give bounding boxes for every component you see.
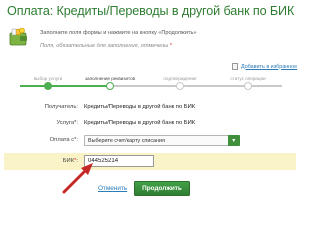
recipient-row: Получатель: Кредиты/Переводы в другой ба… — [0, 102, 300, 116]
pay-from-select[interactable]: Выберите счет/карту списания ▾ — [84, 135, 240, 147]
step-label-fill-details: заполнение реквизитов — [84, 76, 136, 81]
pay-from-select-value: Выберите счет/карту списания — [88, 138, 165, 144]
red-arrow-icon — [62, 163, 93, 194]
document-icon — [232, 63, 238, 70]
page-title: Оплата: Кредиты/Переводы в другой банк п… — [7, 4, 295, 18]
step-dot-confirmation — [176, 82, 184, 90]
service-label: Услуга*: — [56, 120, 78, 126]
recipient-value: Кредиты/Переводы в другой банк по БИК — [84, 104, 196, 110]
steps-track-progress — [20, 85, 110, 87]
step-label-operation-status: статус операции — [230, 76, 266, 81]
bik-row: БИК*: — [4, 153, 296, 170]
pay-from-label: Оплата с*: — [49, 137, 78, 143]
add-to-favorites-link[interactable]: Добавить в избранное — [232, 63, 297, 70]
add-to-favorites-label: Добавить в избранное — [241, 63, 298, 70]
service-row: Услуга*: Кредиты/Переводы в другой банк … — [0, 118, 300, 132]
required-note-text: Поля, обязательные для заполнения, отмеч… — [40, 43, 169, 49]
service-value: Кредиты/Переводы в другой банк по БИК — [84, 120, 196, 126]
continue-button[interactable]: Продолжить — [134, 181, 190, 196]
form-instruction: Заполните поля формы и нажмите на кнопку… — [40, 30, 197, 36]
wallet-coins-icon — [9, 27, 27, 46]
step-label-select-service: выбор услуги — [33, 76, 63, 81]
progress-steps: выбор услуги заполнение реквизитов подтв… — [20, 76, 282, 96]
step-dot-operation-status — [244, 82, 252, 90]
required-asterisk: * — [169, 43, 173, 49]
chevron-down-icon[interactable]: ▾ — [227, 135, 240, 147]
cancel-link[interactable]: Отменить — [98, 185, 127, 192]
step-dot-fill-details — [106, 82, 114, 90]
required-fields-note: Поля, обязательные для заполнения, отмеч… — [40, 43, 172, 49]
pay-from-row: Оплата с*: Выберите счет/карту списания … — [0, 135, 300, 149]
step-label-confirmation: подтверждение — [163, 76, 197, 81]
recipient-label: Получатель: — [44, 104, 78, 110]
step-dot-select-service — [44, 82, 52, 90]
